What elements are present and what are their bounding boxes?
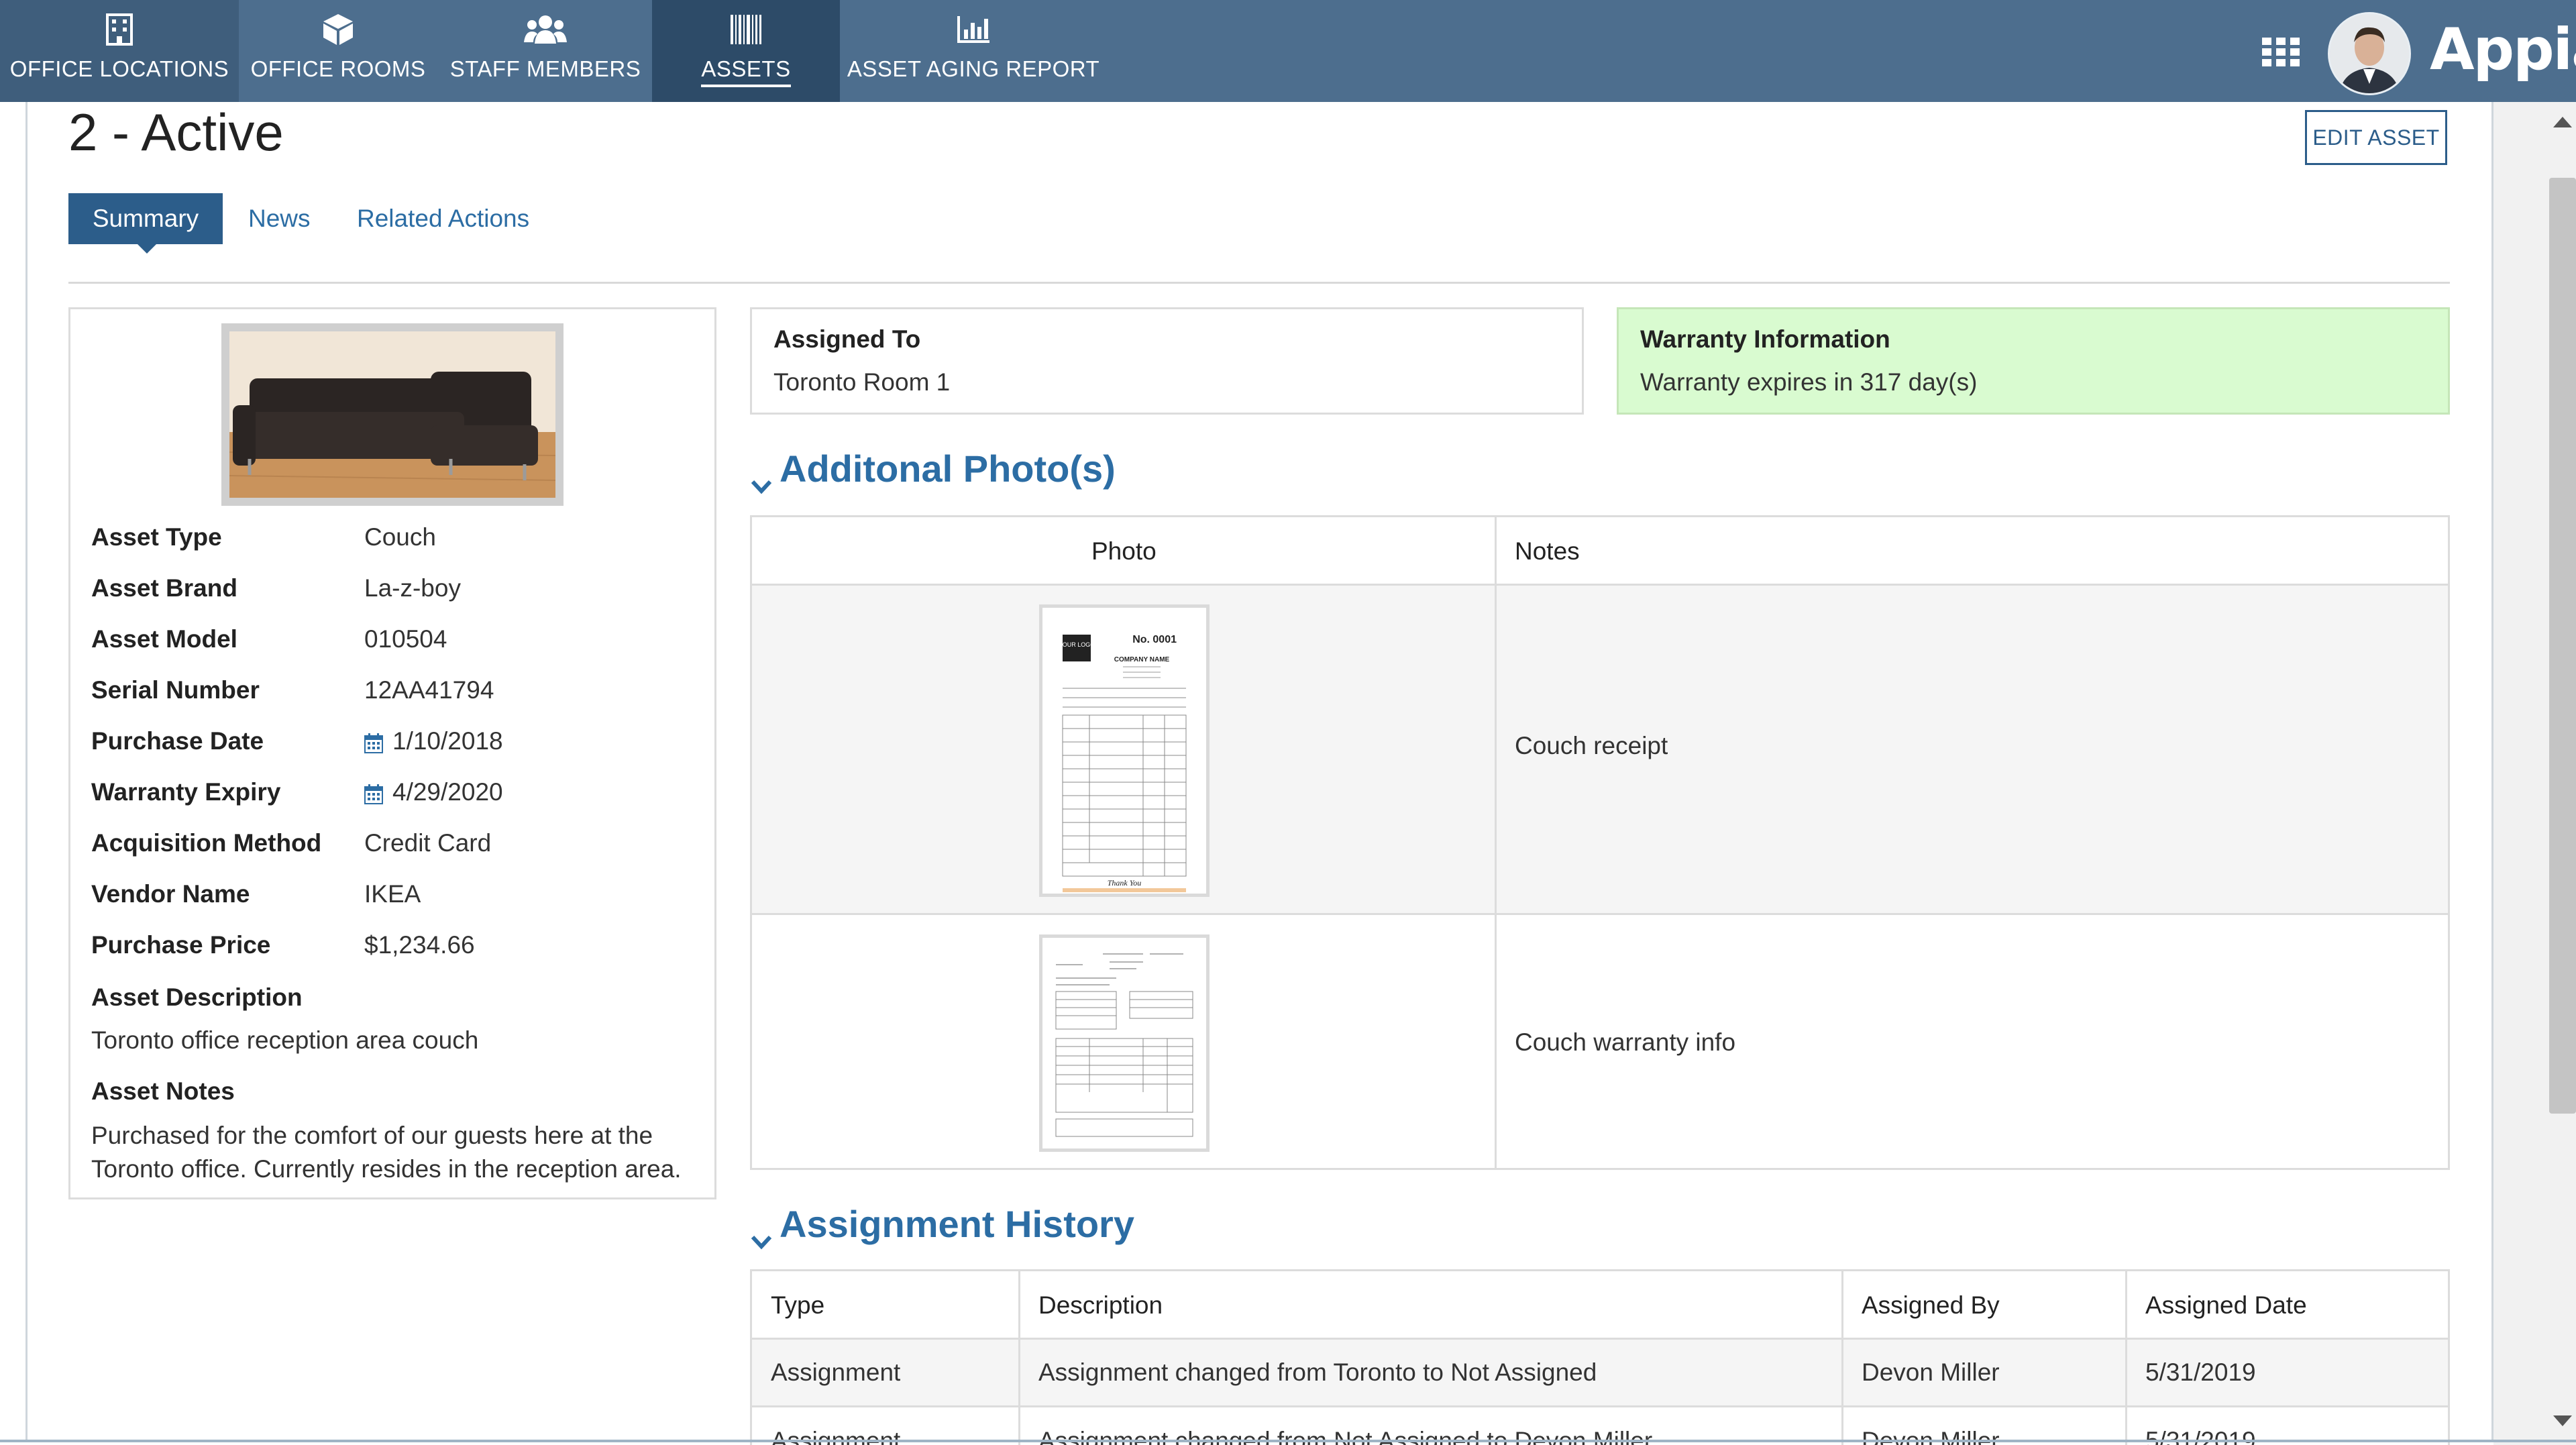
edit-asset-button[interactable]: EDIT ASSET xyxy=(2305,110,2447,165)
column-header-photo[interactable]: Photo xyxy=(1091,537,1157,566)
field-label-asset-type: Asset Type xyxy=(91,523,222,551)
warranty-document-thumbnail[interactable] xyxy=(1039,934,1210,1152)
nav-tab-office-locations[interactable]: OFFICE LOCATIONS xyxy=(0,0,239,102)
window-bottom-border xyxy=(0,1440,2576,1442)
user-avatar[interactable] xyxy=(2328,12,2411,95)
nav-label: ASSETS xyxy=(701,56,791,87)
users-icon xyxy=(524,12,567,47)
photo-note-couch-receipt: Couch receipt xyxy=(1515,732,1668,759)
tab-news[interactable]: News xyxy=(248,193,311,244)
nav-tab-asset-aging-report[interactable]: ASSET AGING REPORT xyxy=(847,0,1100,102)
additional-photos-grid: Photo Notes YOUR LOGO No. 0001 COMPANY N… xyxy=(750,515,2450,1170)
grid-header-divider xyxy=(752,1338,2448,1340)
nav-tab-office-rooms[interactable]: OFFICE ROOMS xyxy=(247,0,429,102)
column-header-notes[interactable]: Notes xyxy=(1515,537,1580,566)
receipt-number-text: No. 0001 xyxy=(1132,634,1177,645)
field-label-vendor-name: Vendor Name xyxy=(91,880,250,908)
barcode-icon xyxy=(731,12,761,47)
assigned-to-value: Toronto Room 1 xyxy=(773,368,951,396)
tab-summary[interactable]: Summary xyxy=(68,193,223,254)
history-cell-type: Assignment xyxy=(771,1358,901,1386)
grid-row-divider xyxy=(752,913,2448,915)
column-header-type[interactable]: Type xyxy=(771,1291,824,1320)
nav-tab-staff-members[interactable]: STAFF MEMBERS xyxy=(448,0,643,102)
column-header-description[interactable]: Description xyxy=(1038,1291,1163,1320)
scroll-up-arrow-icon[interactable] xyxy=(2553,117,2572,127)
receipt-thumbnail[interactable]: YOUR LOGO No. 0001 COMPANY NAME Thank Yo… xyxy=(1039,604,1210,897)
field-value-purchase-date: 1/10/2018 xyxy=(364,727,503,755)
appian-logo[interactable]: Appian xyxy=(2430,16,2576,83)
field-label-asset-model: Asset Model xyxy=(91,625,237,653)
field-label-asset-description: Asset Description xyxy=(91,983,303,1011)
calendar-icon xyxy=(364,782,383,804)
grid-column-divider xyxy=(1495,517,1497,1168)
field-value-purchase-price: $1,234.66 xyxy=(364,931,475,959)
building-icon xyxy=(106,12,133,47)
field-value-serial-number: 12AA41794 xyxy=(364,676,494,704)
field-value-asset-brand: La-z-boy xyxy=(364,574,461,602)
calendar-icon xyxy=(364,731,383,753)
warranty-title: Warranty Information xyxy=(1640,325,1890,353)
cube-icon xyxy=(322,12,354,47)
receipt-thanks-text: Thank You xyxy=(1108,878,1142,888)
nav-label: ASSET AGING REPORT xyxy=(847,56,1100,81)
grid-column-divider xyxy=(1018,1271,1020,1445)
field-label-purchase-price: Purchase Price xyxy=(91,931,271,959)
tabs-divider xyxy=(68,282,2450,284)
field-value-asset-type: Couch xyxy=(364,523,436,551)
warranty-expiry-text: 4/29/2020 xyxy=(392,778,503,806)
chevron-down-icon xyxy=(750,460,773,494)
top-navigation-bar: OFFICE LOCATIONS OFFICE ROOMS STAFF MEMB… xyxy=(0,0,2576,102)
receipt-company-text: COMPANY NAME xyxy=(1114,656,1170,663)
history-cell-description: Assignment changed from Toronto to Not A… xyxy=(1038,1358,1597,1386)
warranty-value: Warranty expires in 317 day(s) xyxy=(1640,368,1978,396)
receipt-logo-text: YOUR LOGO xyxy=(1059,641,1095,648)
warranty-information-card: Warranty Information Warranty expires in… xyxy=(1617,307,2450,415)
grid-column-divider xyxy=(1841,1271,1843,1445)
additional-photos-heading: Additonal Photo(s) xyxy=(780,447,1116,490)
field-value-warranty-expiry: 4/29/2020 xyxy=(364,778,503,806)
assignment-history-section-toggle[interactable]: Assignment History xyxy=(750,1202,1134,1249)
assignment-history-heading: Assignment History xyxy=(780,1203,1134,1245)
field-label-acquisition-method: Acquisition Method xyxy=(91,829,322,857)
nav-tab-assets[interactable]: ASSETS xyxy=(652,0,840,102)
nav-label: OFFICE ROOMS xyxy=(250,56,426,81)
nav-label: STAFF MEMBERS xyxy=(449,56,641,81)
asset-description-text: Toronto office reception area couch xyxy=(91,1026,479,1054)
field-value-asset-model: 010504 xyxy=(364,625,447,653)
grid-row-divider xyxy=(752,1405,2448,1407)
column-header-assigned-by[interactable]: Assigned By xyxy=(1862,1291,2000,1320)
scrollbar-thumb[interactable] xyxy=(2549,178,2576,1114)
apps-grid-icon[interactable] xyxy=(2262,38,2300,67)
content-frame-left xyxy=(25,102,28,1441)
grid-column-divider xyxy=(2125,1271,2127,1445)
history-cell-assigned-date: 5/31/2019 xyxy=(2145,1358,2256,1386)
page-title: 2 - Active xyxy=(68,103,284,162)
scroll-down-arrow-icon[interactable] xyxy=(2553,1415,2572,1426)
tab-related-actions[interactable]: Related Actions xyxy=(357,193,529,244)
field-value-vendor-name: IKEA xyxy=(364,880,421,908)
field-label-asset-brand: Asset Brand xyxy=(91,574,237,602)
assigned-to-card: Assigned To Toronto Room 1 xyxy=(750,307,1584,415)
field-label-asset-notes: Asset Notes xyxy=(91,1077,235,1105)
asset-notes-text: Purchased for the comfort of our guests … xyxy=(91,1122,682,1183)
purchase-date-text: 1/10/2018 xyxy=(392,727,503,755)
nav-label: OFFICE LOCATIONS xyxy=(9,56,229,81)
assignment-history-grid: Type Description Assigned By Assigned Da… xyxy=(750,1269,2450,1445)
field-label-serial-number: Serial Number xyxy=(91,676,260,704)
grid-header-divider xyxy=(752,584,2448,586)
bar-chart-icon xyxy=(957,12,989,47)
field-label-warranty-expiry: Warranty Expiry xyxy=(91,778,281,806)
photo-note-couch-warranty: Couch warranty info xyxy=(1515,1028,1736,1056)
history-cell-assigned-by: Devon Miller xyxy=(1862,1358,2000,1386)
chevron-down-icon xyxy=(750,1216,773,1249)
additional-photos-section-toggle[interactable]: Additonal Photo(s) xyxy=(750,447,1116,494)
field-value-acquisition-method: Credit Card xyxy=(364,829,492,857)
assigned-to-title: Assigned To xyxy=(773,325,921,353)
asset-photo-couch[interactable] xyxy=(221,323,564,506)
field-label-purchase-date: Purchase Date xyxy=(91,727,264,755)
column-header-assigned-date[interactable]: Assigned Date xyxy=(2145,1291,2307,1320)
